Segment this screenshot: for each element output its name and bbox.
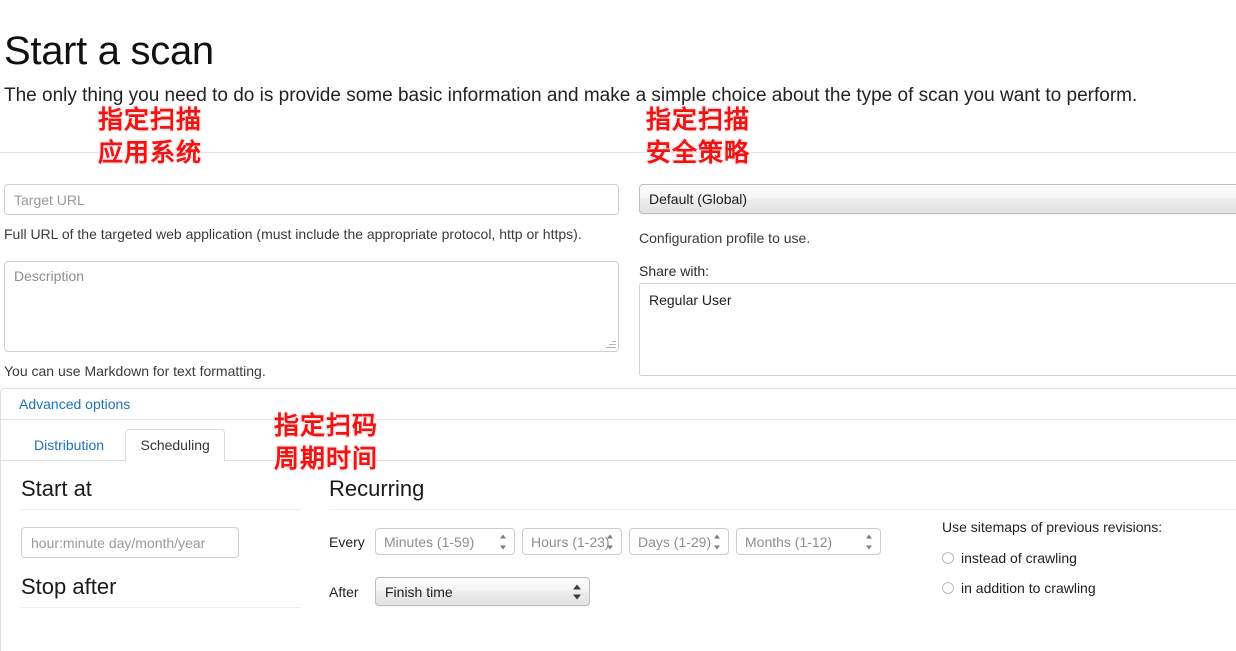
start-a-scan-page: Start a scan The only thing you need to …	[0, 0, 1236, 651]
recurring-days-stepper[interactable]: Days (1-29)	[629, 528, 729, 555]
scheduling-tab-panel: Start at Stop after Recurring Every Minu…	[1, 461, 1236, 636]
tab-distribution[interactable]: Distribution	[19, 429, 119, 462]
sitemaps-option-addition[interactable]: in addition to crawling	[942, 579, 1236, 597]
stepper-arrows-icon[interactable]	[866, 534, 875, 549]
annotation-scan-schedule: 指定扫码 周期时间	[274, 411, 379, 473]
profile-select-value: Default (Global)	[649, 191, 748, 207]
advanced-options-tabs: Distribution Scheduling	[1, 429, 1236, 462]
after-select[interactable]: Finish time	[375, 577, 590, 606]
description-field-wrapper	[4, 261, 619, 352]
sitemaps-option-instead[interactable]: instead of crawling	[942, 549, 1236, 567]
sitemaps-section: Use sitemaps of previous revisions: inst…	[942, 475, 1236, 597]
list-item[interactable]: Regular User	[640, 289, 1236, 311]
advanced-options-header: Advanced options	[1, 389, 1236, 420]
radio-icon[interactable]	[942, 582, 954, 594]
sitemaps-title: Use sitemaps of previous revisions:	[942, 519, 1163, 535]
start-at-section: Start at Stop after	[21, 475, 301, 608]
recurring-months-stepper[interactable]: Months (1-12)	[736, 528, 881, 555]
recurring-hours-stepper[interactable]: Hours (1-23)	[522, 528, 622, 555]
stepper-arrows-icon[interactable]	[500, 534, 509, 549]
chevron-updown-icon	[573, 583, 582, 600]
advanced-options-panel: Advanced options Distribution Scheduling…	[0, 388, 1236, 651]
radio-icon[interactable]	[942, 552, 954, 564]
annotation-target-scope: 指定扫描 应用系统	[98, 105, 203, 167]
share-with-label: Share with:	[639, 263, 710, 279]
start-at-input[interactable]	[21, 527, 239, 558]
stop-after-heading: Stop after	[21, 573, 301, 608]
recurring-minutes-placeholder: Minutes (1-59)	[384, 534, 475, 550]
form-left-column: Full URL of the targeted web application…	[4, 184, 619, 381]
sitemaps-option-addition-label: in addition to crawling	[961, 580, 1096, 596]
description-help: You can use Markdown for text formatting…	[4, 363, 266, 379]
profile-help: Configuration profile to use.	[639, 230, 811, 246]
description-textarea[interactable]	[4, 261, 619, 352]
advanced-options-link[interactable]: Advanced options	[19, 396, 130, 412]
form-right-column: Default (Global) Configuration profile t…	[639, 184, 1236, 376]
after-label: After	[329, 583, 359, 600]
start-at-heading: Start at	[21, 475, 301, 510]
recurring-months-placeholder: Months (1-12)	[745, 534, 833, 550]
annotation-security-policy: 指定扫描 安全策略	[646, 105, 751, 167]
target-url-input[interactable]	[4, 184, 619, 215]
stepper-arrows-icon[interactable]	[607, 534, 616, 549]
tab-scheduling[interactable]: Scheduling	[125, 429, 225, 462]
share-with-listbox[interactable]: Regular User	[639, 283, 1236, 376]
after-select-value: Finish time	[385, 584, 453, 600]
sitemaps-option-instead-label: instead of crawling	[961, 550, 1077, 566]
page-title: Start a scan	[4, 28, 214, 73]
target-url-help: Full URL of the targeted web application…	[4, 226, 582, 242]
stepper-arrows-icon[interactable]	[714, 534, 723, 549]
every-label: Every	[329, 533, 365, 550]
profile-select[interactable]: Default (Global)	[639, 184, 1236, 214]
recurring-minutes-stepper[interactable]: Minutes (1-59)	[375, 528, 515, 555]
